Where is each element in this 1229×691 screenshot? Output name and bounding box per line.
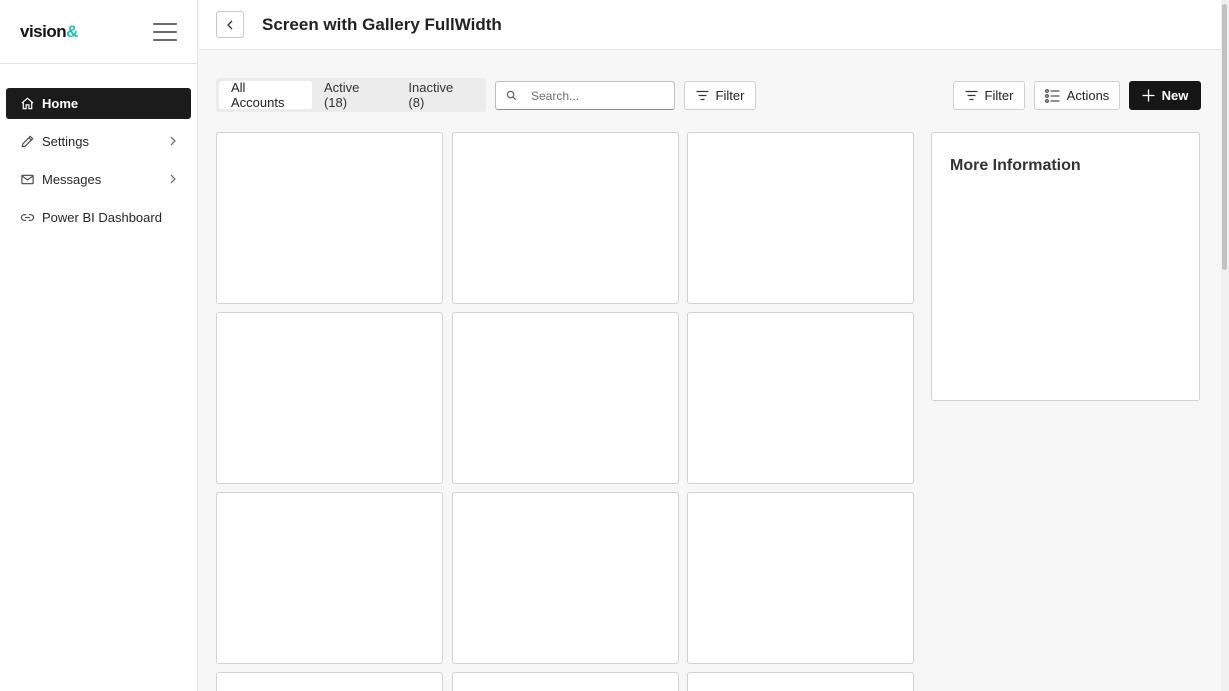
back-button[interactable] bbox=[216, 11, 244, 38]
gallery-card[interactable] bbox=[216, 672, 443, 691]
new-button-label: New bbox=[1161, 88, 1189, 103]
sidebar: vision& Home Settings Messages Power BI … bbox=[0, 0, 198, 691]
search-icon bbox=[506, 90, 517, 101]
chevron-right-icon bbox=[170, 174, 176, 184]
filter-icon bbox=[696, 90, 709, 101]
pencil-icon bbox=[19, 134, 35, 150]
sidebar-item-label: Messages bbox=[42, 172, 102, 187]
gallery-card[interactable] bbox=[452, 312, 679, 484]
sidebar-item-label: Power BI Dashboard bbox=[42, 210, 162, 225]
gallery-card[interactable] bbox=[452, 672, 679, 691]
gallery-card[interactable] bbox=[452, 492, 679, 664]
gallery-card[interactable] bbox=[216, 132, 443, 304]
app-logo[interactable]: vision& bbox=[20, 22, 78, 42]
more-information-panel: More Information bbox=[931, 132, 1200, 401]
plus-icon bbox=[1142, 89, 1155, 102]
sidebar-item-power-bi-dashboard[interactable]: Power BI Dashboard bbox=[6, 202, 191, 233]
gallery-card[interactable] bbox=[687, 492, 914, 664]
search-input[interactable] bbox=[531, 88, 661, 103]
filter-button[interactable]: Filter bbox=[684, 81, 756, 110]
sidebar-item-label: Settings bbox=[42, 134, 89, 149]
hamburger-menu-icon[interactable] bbox=[153, 22, 177, 41]
scrollbar-thumb[interactable] bbox=[1222, 4, 1227, 270]
new-button[interactable]: New bbox=[1129, 81, 1201, 110]
sidebar-item-settings[interactable]: Settings bbox=[6, 126, 191, 157]
chevron-left-icon bbox=[227, 20, 233, 29]
mail-icon bbox=[19, 172, 35, 188]
sidebar-item-home[interactable]: Home bbox=[6, 88, 191, 119]
gallery-card[interactable] bbox=[687, 312, 914, 484]
home-icon bbox=[19, 96, 35, 112]
filter-button-label: Filter bbox=[715, 88, 745, 103]
filter-icon bbox=[965, 90, 978, 101]
gallery-card[interactable] bbox=[687, 132, 914, 304]
tab-inactive[interactable]: Inactive (8) bbox=[396, 80, 483, 110]
filter-button-label: Filter bbox=[984, 88, 1014, 103]
sidebar-item-label: Home bbox=[42, 96, 79, 111]
actions-button-label: Actions bbox=[1066, 88, 1110, 103]
tab-active[interactable]: Active (18) bbox=[312, 80, 396, 110]
page-header: Screen with Gallery FullWidth bbox=[199, 0, 1221, 50]
actions-button[interactable]: Actions bbox=[1034, 81, 1120, 110]
page-title: Screen with Gallery FullWidth bbox=[262, 14, 502, 34]
sidebar-item-messages[interactable]: Messages bbox=[6, 164, 191, 195]
sidebar-nav: Home Settings Messages Power BI Dashboar… bbox=[0, 64, 197, 233]
brand-bar: vision& bbox=[0, 0, 197, 64]
gallery-card[interactable] bbox=[216, 492, 443, 664]
scrollbar[interactable] bbox=[1221, 0, 1229, 691]
panel-title: More Information bbox=[950, 157, 1081, 174]
tab-all-accounts[interactable]: All Accounts bbox=[219, 80, 312, 110]
logo-amp: & bbox=[66, 21, 78, 41]
gallery-card[interactable] bbox=[216, 312, 443, 484]
account-tabs: All Accounts Active (18) Inactive (8) bbox=[216, 78, 486, 112]
link-icon bbox=[19, 210, 35, 226]
gallery-card[interactable] bbox=[452, 132, 679, 304]
filter-button-secondary[interactable]: Filter bbox=[953, 81, 1025, 110]
search-box bbox=[495, 81, 675, 110]
chevron-right-icon bbox=[170, 136, 176, 146]
logo-text: vision bbox=[20, 21, 67, 41]
list-icon bbox=[1044, 88, 1060, 103]
gallery-card[interactable] bbox=[687, 672, 914, 691]
